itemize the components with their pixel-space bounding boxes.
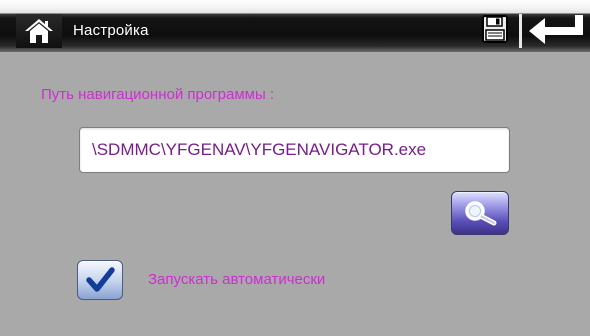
home-button[interactable]: [16, 14, 62, 48]
title-bar: Настройка: [0, 0, 590, 52]
magnifier-icon: [465, 201, 497, 226]
home-icon: [25, 19, 53, 43]
save-button[interactable]: [482, 15, 508, 43]
navigation-path-label: Путь навигационной программы :: [41, 86, 275, 103]
navigation-path-field[interactable]: \SDMMC\YFGENAV\YFGENAVIGATOR.exe: [79, 127, 510, 173]
return-arrow-icon: [529, 14, 583, 44]
browse-button[interactable]: [451, 191, 509, 235]
toolbar-divider: [519, 14, 522, 48]
checkmark-icon: [86, 267, 115, 292]
page-title: Настройка: [73, 22, 149, 39]
autostart-checkbox[interactable]: [77, 260, 123, 300]
autostart-label: Запускать автоматически: [148, 271, 326, 288]
back-button[interactable]: [527, 14, 585, 45]
floppy-disk-icon: [482, 15, 508, 43]
